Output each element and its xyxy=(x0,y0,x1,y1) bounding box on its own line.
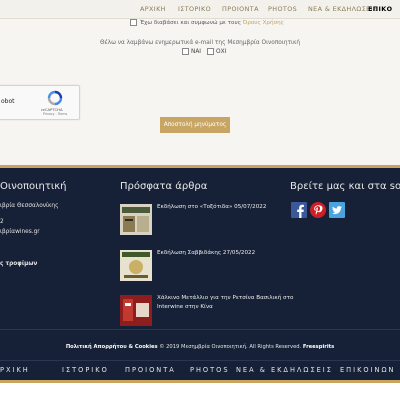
footer-phone-line: 2 xyxy=(0,219,4,225)
top-navigation: ΑΡΧΙΚΗ ΙΣΤΟΡΙΚΟ ΠΡΟΙΟΝΤΑ PHOTOS ΝΕΑ & ΕΚ… xyxy=(0,0,400,19)
contact-form-area: Έχω διαβάσει και συμφωνώ με τους Όρους Χ… xyxy=(0,19,400,165)
copyright-text: © 2019 Μεσημβρία Οινοποιητική. All Right… xyxy=(159,344,302,350)
recaptcha-widget[interactable]: obot reCAPTCHA Privacy - Terms xyxy=(0,85,80,120)
newsletter-yes-label: ΝΑΙ xyxy=(191,49,202,55)
terms-consent-row: Έχω διαβάσει και συμφωνώ με τους Όρους Χ… xyxy=(130,19,284,26)
terms-link[interactable]: Όρους Χρήσης xyxy=(243,20,284,26)
copyright-line: Πολιτική Απορρήτου & Cookies © 2019 Μεση… xyxy=(0,344,400,350)
article-title-2[interactable]: Εκδήλωση Σαββιδάκης 27/05/2022 xyxy=(157,250,255,256)
bottom-nav-contact[interactable]: ΕΠΙΚΟΙΝΩΝ xyxy=(340,366,395,374)
newsletter-question: Θέλω να λαμβάνω ενημερωτικά e-mail της Μ… xyxy=(99,40,301,46)
privacy-policy-link[interactable]: Πολιτική Απορρήτου & Cookies xyxy=(66,344,158,350)
footer-food-safety-link[interactable]: ς τροφίμων xyxy=(0,261,37,267)
submit-message-button[interactable]: Αποστολή μηνύματος xyxy=(160,117,230,133)
recaptcha-logo-icon xyxy=(47,90,63,106)
footer-divider xyxy=(0,329,400,330)
newsletter-yes-option: ΝΑΙ xyxy=(182,48,201,55)
bottom-navigation: ΡΧΙΚΗ ΙΣΤΟΡΙΚΟ ΠΡΟΙΟΝΤΑ PHOTOS ΝΕΑ & ΕΚΔ… xyxy=(0,360,400,380)
terms-checkbox[interactable] xyxy=(130,19,137,26)
bottom-nav-photos[interactable]: PHOTOS xyxy=(190,366,230,374)
freespirits-link[interactable]: Freespirits xyxy=(303,344,334,350)
article-thumbnail-2[interactable] xyxy=(120,250,152,281)
newsletter-no-label: ΟΧΙ xyxy=(216,49,227,55)
footer-company-title: Οινοποιητική xyxy=(0,181,67,192)
footer-website-link[interactable]: ιβρίαwines.gr xyxy=(0,229,40,235)
recaptcha-terms[interactable]: Privacy - Terms xyxy=(43,112,67,116)
article-thumbnail-3[interactable] xyxy=(120,295,152,326)
footer-recent-articles-title: Πρόσφατα άρθρα xyxy=(120,181,208,192)
page-bottom-margin xyxy=(0,383,400,400)
pinterest-icon[interactable] xyxy=(310,202,326,218)
footer-address-line: ιβρία Θεσσαλονίκης xyxy=(0,203,59,209)
footer-social-title: Βρείτε μας και στα social xyxy=(290,181,400,192)
nav-item-history[interactable]: ΙΣΤΟΡΙΚΟ xyxy=(178,5,211,13)
newsletter-yes-checkbox[interactable] xyxy=(182,48,189,55)
terms-consent-text: Έχω διαβάσει και συμφωνώ με τους xyxy=(140,20,241,26)
nav-item-news-events[interactable]: ΝΕΑ & ΕΚΔΗΛΩΣΕΙΣ xyxy=(308,5,377,13)
bottom-nav-products[interactable]: ΠΡΟΙΟΝΤΑ xyxy=(125,366,176,374)
nav-item-home[interactable]: ΑΡΧΙΚΗ xyxy=(140,5,166,13)
article-title-3a[interactable]: Χάλκινο Μετάλλιο για την Ρετσίνα Βασιλικ… xyxy=(157,295,293,301)
newsletter-no-checkbox[interactable] xyxy=(207,48,214,55)
bottom-nav-home[interactable]: ΡΧΙΚΗ xyxy=(0,366,30,374)
nav-item-photos[interactable]: PHOTOS xyxy=(268,5,297,13)
footer: Οινοποιητική ιβρία Θεσσαλονίκης 2 ιβρίαw… xyxy=(0,168,400,360)
article-title-3b[interactable]: Interwine στην Κίνα xyxy=(157,304,213,310)
bottom-nav-history[interactable]: ΙΣΤΟΡΙΚΟ xyxy=(62,366,109,374)
nav-item-contact[interactable]: ΕΠΙΚΟ xyxy=(368,5,392,13)
newsletter-no-option: ΟΧΙ xyxy=(207,48,226,55)
recaptcha-label: obot xyxy=(1,98,15,105)
article-title-1[interactable]: Εκδήλωση στο «Τοξότιδα» 05/07/2022 xyxy=(157,204,266,210)
nav-item-products[interactable]: ΠΡΟΙΟΝΤΑ xyxy=(222,5,259,13)
facebook-icon[interactable] xyxy=(291,202,307,218)
twitter-icon[interactable] xyxy=(329,202,345,218)
bottom-nav-news-events[interactable]: ΝΕΑ & ΕΚΔΗΛΩΣΕΙΣ xyxy=(236,366,333,374)
article-thumbnail-1[interactable] xyxy=(120,204,152,235)
